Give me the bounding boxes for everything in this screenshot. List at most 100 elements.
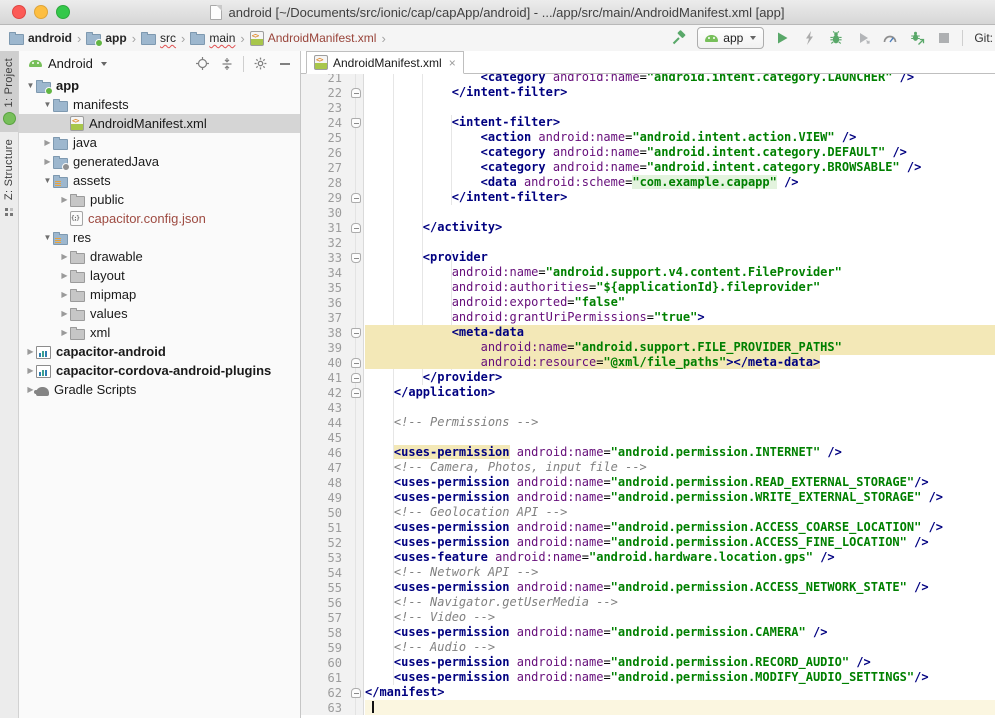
gutter-row: 51 xyxy=(301,520,363,535)
tree-item-mipmap[interactable]: ▶mipmap xyxy=(19,285,300,304)
fold-close-icon[interactable] xyxy=(351,193,361,203)
tree-item-res[interactable]: ▼res xyxy=(19,228,300,247)
tree-item-values[interactable]: ▶ values xyxy=(19,304,300,323)
fold-open-icon[interactable] xyxy=(351,328,361,338)
breadcrumb-item-app[interactable]: app xyxy=(85,31,127,45)
fold-open-icon[interactable] xyxy=(351,118,361,128)
gutter-row: 23 xyxy=(301,100,363,115)
fold-column xyxy=(349,550,363,565)
code-line-23 xyxy=(365,100,995,115)
collapse-arrow-icon[interactable]: ▶ xyxy=(59,271,70,280)
fold-column xyxy=(349,130,363,145)
tree-item-app[interactable]: ▼app xyxy=(19,76,300,95)
expand-arrow-icon[interactable]: ▼ xyxy=(25,81,36,90)
gutter-row: 36 xyxy=(301,295,363,310)
apply-changes-lightning-button[interactable] xyxy=(800,29,818,47)
run-with-coverage-button[interactable] xyxy=(854,29,872,47)
collapse-arrow-icon[interactable]: ▶ xyxy=(42,157,53,166)
collapse-arrow-icon[interactable]: ▶ xyxy=(42,138,53,147)
tree-item-androidmanifest-xml[interactable]: AndroidManifest.xml xyxy=(19,114,300,133)
tree-item-capacitor-cordova-android-plugins[interactable]: ▶capacitor-cordova-android-plugins xyxy=(19,361,300,380)
zoom-window-button[interactable] xyxy=(56,5,70,19)
collapse-arrow-icon[interactable]: ▶ xyxy=(59,195,70,204)
tree-item-generatedjava[interactable]: ▶generatedJava xyxy=(19,152,300,171)
collapse-arrow-icon[interactable]: ▶ xyxy=(25,366,36,375)
tool-stripe-structure-tab[interactable]: Z: Structure xyxy=(0,132,18,223)
tree-item-public[interactable]: ▶public xyxy=(19,190,300,209)
tool-stripe-project-tab[interactable]: 1: Project xyxy=(0,51,18,132)
editor-body[interactable]: 2122232425262728293031323334353637383940… xyxy=(301,74,995,718)
build-hammer-button[interactable] xyxy=(670,29,688,47)
json-icon xyxy=(70,211,83,226)
fold-column xyxy=(349,535,363,550)
breadcrumb-item-src[interactable]: src xyxy=(140,31,177,45)
debug-button[interactable] xyxy=(827,29,845,47)
collapse-all-button[interactable] xyxy=(218,55,236,73)
tree-item-layout[interactable]: ▶layout xyxy=(19,266,300,285)
gradle-icon xyxy=(36,387,49,396)
line-number: 34 xyxy=(301,266,349,280)
code-line-50: <!-- Geolocation API --> xyxy=(365,505,995,520)
profiler-button[interactable] xyxy=(881,29,899,47)
project-view-selector[interactable]: Android xyxy=(29,56,107,71)
tree-item-capacitor-config-json[interactable]: capacitor.config.json xyxy=(19,209,300,228)
collapse-arrow-icon[interactable]: ▶ xyxy=(59,328,70,337)
gutter-row: 39 xyxy=(301,340,363,355)
code-area[interactable]: <category android:name="android.intent.c… xyxy=(364,74,995,715)
collapse-arrow-icon[interactable]: ▶ xyxy=(25,347,36,356)
locate-file-button[interactable] xyxy=(193,55,211,73)
editor-gutter: 2122232425262728293031323334353637383940… xyxy=(301,74,364,715)
gutter-row: 33 xyxy=(301,250,363,265)
run-configuration-select[interactable]: app xyxy=(697,27,764,49)
breadcrumb-item-androidmanifest-xml[interactable]: AndroidManifest.xml xyxy=(249,31,378,46)
fold-close-icon[interactable] xyxy=(351,358,361,368)
close-window-button[interactable] xyxy=(12,5,26,19)
line-number: 38 xyxy=(301,326,349,340)
line-number: 54 xyxy=(301,566,349,580)
fold-close-icon[interactable] xyxy=(351,88,361,98)
fold-column xyxy=(349,100,363,115)
expand-arrow-icon[interactable]: ▼ xyxy=(42,100,53,109)
tree-item-label: xml xyxy=(90,325,110,340)
tree-item-label: values xyxy=(90,306,128,321)
tree-item-xml[interactable]: ▶ xml xyxy=(19,323,300,342)
breadcrumb-item-main[interactable]: main xyxy=(189,31,236,45)
code-line-35: android:authorities="${applicationId}.fi… xyxy=(365,280,995,295)
fold-column xyxy=(349,445,363,460)
collapse-arrow-icon[interactable]: ▶ xyxy=(59,252,70,261)
fold-column xyxy=(349,700,363,715)
line-number: 62 xyxy=(301,686,349,700)
tree-item-drawable[interactable]: ▶drawable xyxy=(19,247,300,266)
collapse-arrow-icon[interactable]: ▶ xyxy=(59,290,70,299)
fold-open-icon[interactable] xyxy=(351,253,361,263)
attach-debugger-button[interactable] xyxy=(908,29,926,47)
expand-arrow-icon[interactable]: ▼ xyxy=(42,233,53,242)
close-tab-icon[interactable]: × xyxy=(449,57,456,69)
collapse-arrow-icon[interactable]: ▶ xyxy=(59,309,70,318)
settings-gear-icon[interactable] xyxy=(251,55,269,73)
breadcrumb-item-android[interactable]: android xyxy=(8,31,73,45)
fold-close-icon[interactable] xyxy=(351,373,361,383)
tree-item-label: java xyxy=(73,135,97,150)
tree-item-label: capacitor.config.json xyxy=(88,211,206,226)
tree-item-capacitor-android[interactable]: ▶capacitor-android xyxy=(19,342,300,361)
fold-close-icon[interactable] xyxy=(351,688,361,698)
gutter-row: 61 xyxy=(301,670,363,685)
run-button[interactable] xyxy=(773,29,791,47)
line-number: 30 xyxy=(301,206,349,220)
tree-item-java[interactable]: ▶ java xyxy=(19,133,300,152)
fold-close-icon[interactable] xyxy=(351,223,361,233)
fold-close-icon[interactable] xyxy=(351,388,361,398)
window-controls xyxy=(12,5,70,19)
tree-item-gradle-scripts[interactable]: ▶Gradle Scripts xyxy=(19,380,300,399)
folder-icon xyxy=(190,34,205,45)
stop-button[interactable] xyxy=(935,29,953,47)
tree-item-assets[interactable]: ▼assets xyxy=(19,171,300,190)
expand-arrow-icon[interactable]: ▼ xyxy=(42,176,53,185)
minimize-window-button[interactable] xyxy=(34,5,48,19)
editor-tab-androidmanifest[interactable]: AndroidManifest.xml × xyxy=(306,51,464,74)
tree-item-manifests[interactable]: ▼manifests xyxy=(19,95,300,114)
hide-panel-button[interactable] xyxy=(276,55,294,73)
gutter-row: 59 xyxy=(301,640,363,655)
code-line-58: <uses-permission android:name="android.p… xyxy=(365,625,995,640)
